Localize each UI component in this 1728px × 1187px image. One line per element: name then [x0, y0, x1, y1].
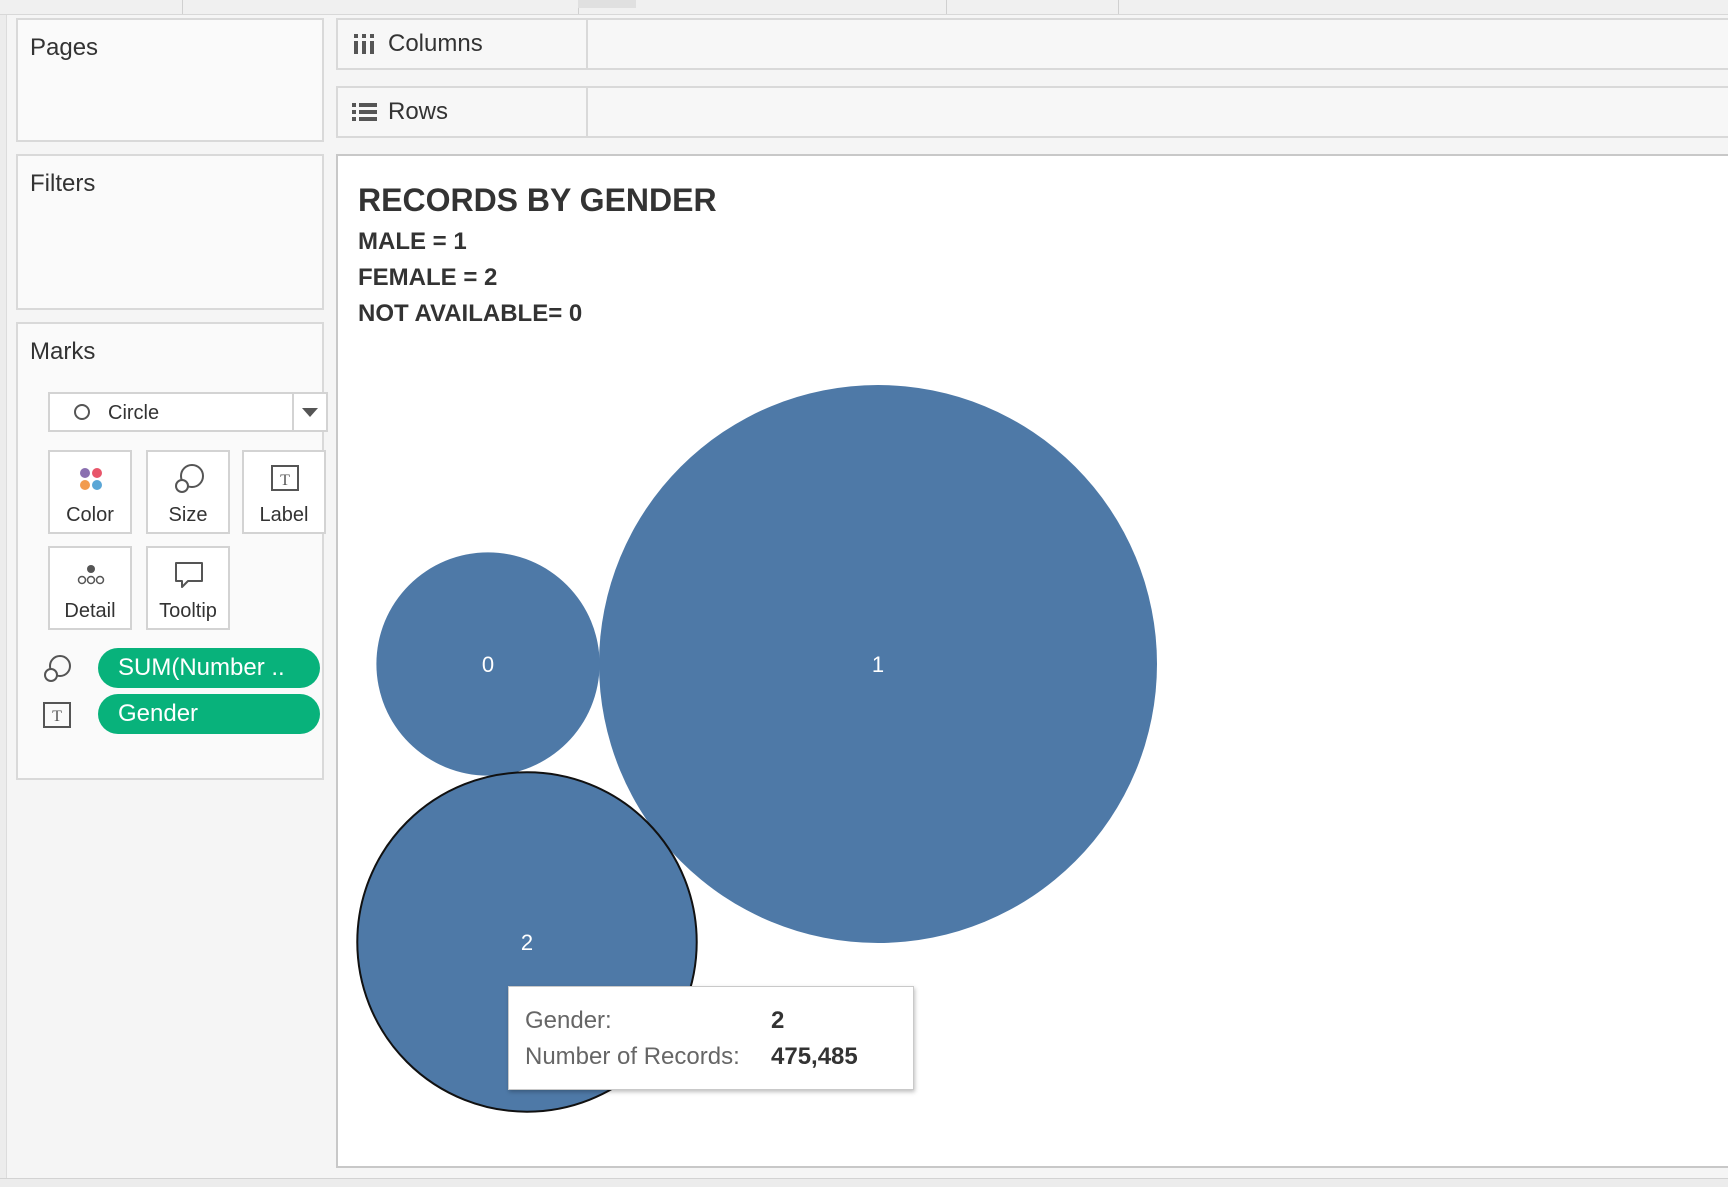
rows-shelf-label: Rows	[338, 88, 588, 136]
viz-subtitle-not-available: NOT AVAILABLE= 0	[358, 300, 583, 327]
tooltip-button[interactable]: Tooltip	[146, 546, 230, 630]
left-edge-strip	[0, 15, 7, 1178]
columns-shelf-label: Columns	[338, 20, 588, 68]
tooltip-records-value: 475,485	[771, 1043, 858, 1070]
filters-title: Filters	[30, 170, 96, 197]
top-toolbar-strip	[0, 0, 1728, 15]
viz-subtitle-female: FEMALE = 2	[358, 264, 498, 291]
label-button[interactable]: T Label	[242, 450, 326, 534]
size-icon	[44, 655, 71, 682]
mark-type-dropdown[interactable]: Circle	[48, 392, 328, 432]
label-button-label: Label	[259, 504, 309, 526]
toolbar-divider	[1118, 0, 1119, 14]
svg-text:T: T	[280, 472, 290, 489]
label-field-pill[interactable]: Gender	[98, 694, 320, 734]
label-text-icon: T	[43, 702, 71, 728]
active-tab-marker	[578, 0, 636, 8]
tooltip-records-key: Number of Records:	[525, 1043, 740, 1070]
toolbar-divider	[182, 0, 183, 14]
chevron-down-icon[interactable]	[302, 408, 318, 417]
color-button-label: Color	[66, 504, 114, 526]
columns-icon	[354, 34, 374, 54]
svg-text:T: T	[52, 708, 62, 725]
label-text-icon: T	[271, 465, 299, 491]
mark-tooltip: Gender: 2 Number of Records: 475,485	[508, 986, 914, 1090]
marks-card: Marks Circle Color Size T Label Detail T…	[16, 322, 328, 780]
size-button[interactable]: Size	[146, 450, 230, 534]
rows-shelf[interactable]: Rows	[336, 86, 1728, 138]
size-icon	[175, 464, 204, 493]
circle-mark-icon	[74, 404, 90, 420]
tooltip-gender-key: Gender:	[525, 1007, 612, 1034]
viz-subtitle-male: MALE = 1	[358, 228, 467, 255]
columns-label: Columns	[388, 30, 483, 57]
toolbar-divider	[946, 0, 947, 14]
detail-button[interactable]: Detail	[48, 546, 132, 630]
size-button-label: Size	[168, 504, 208, 526]
columns-shelf[interactable]: Columns	[336, 18, 1728, 70]
detail-dots-icon	[77, 565, 105, 585]
tooltip-gender-value: 2	[771, 1007, 785, 1034]
pages-card[interactable]: Pages	[16, 18, 324, 142]
size-field-pill[interactable]: SUM(Number ..	[98, 648, 320, 688]
viz-title: RECORDS BY GENDER	[358, 182, 717, 218]
color-button[interactable]: Color	[48, 450, 132, 534]
pages-title: Pages	[30, 34, 99, 61]
tooltip-bubble-icon	[175, 562, 203, 588]
detail-button-label: Detail	[64, 600, 116, 622]
mark-type-value: Circle	[108, 402, 160, 424]
marks-title: Marks	[30, 338, 96, 365]
tooltip-button-label: Tooltip	[159, 600, 217, 622]
rows-icon	[352, 103, 377, 121]
filters-card[interactable]: Filters	[16, 154, 324, 310]
dropdown-separator	[292, 394, 294, 430]
color-palette-icon	[80, 468, 102, 490]
rows-label: Rows	[388, 98, 449, 125]
